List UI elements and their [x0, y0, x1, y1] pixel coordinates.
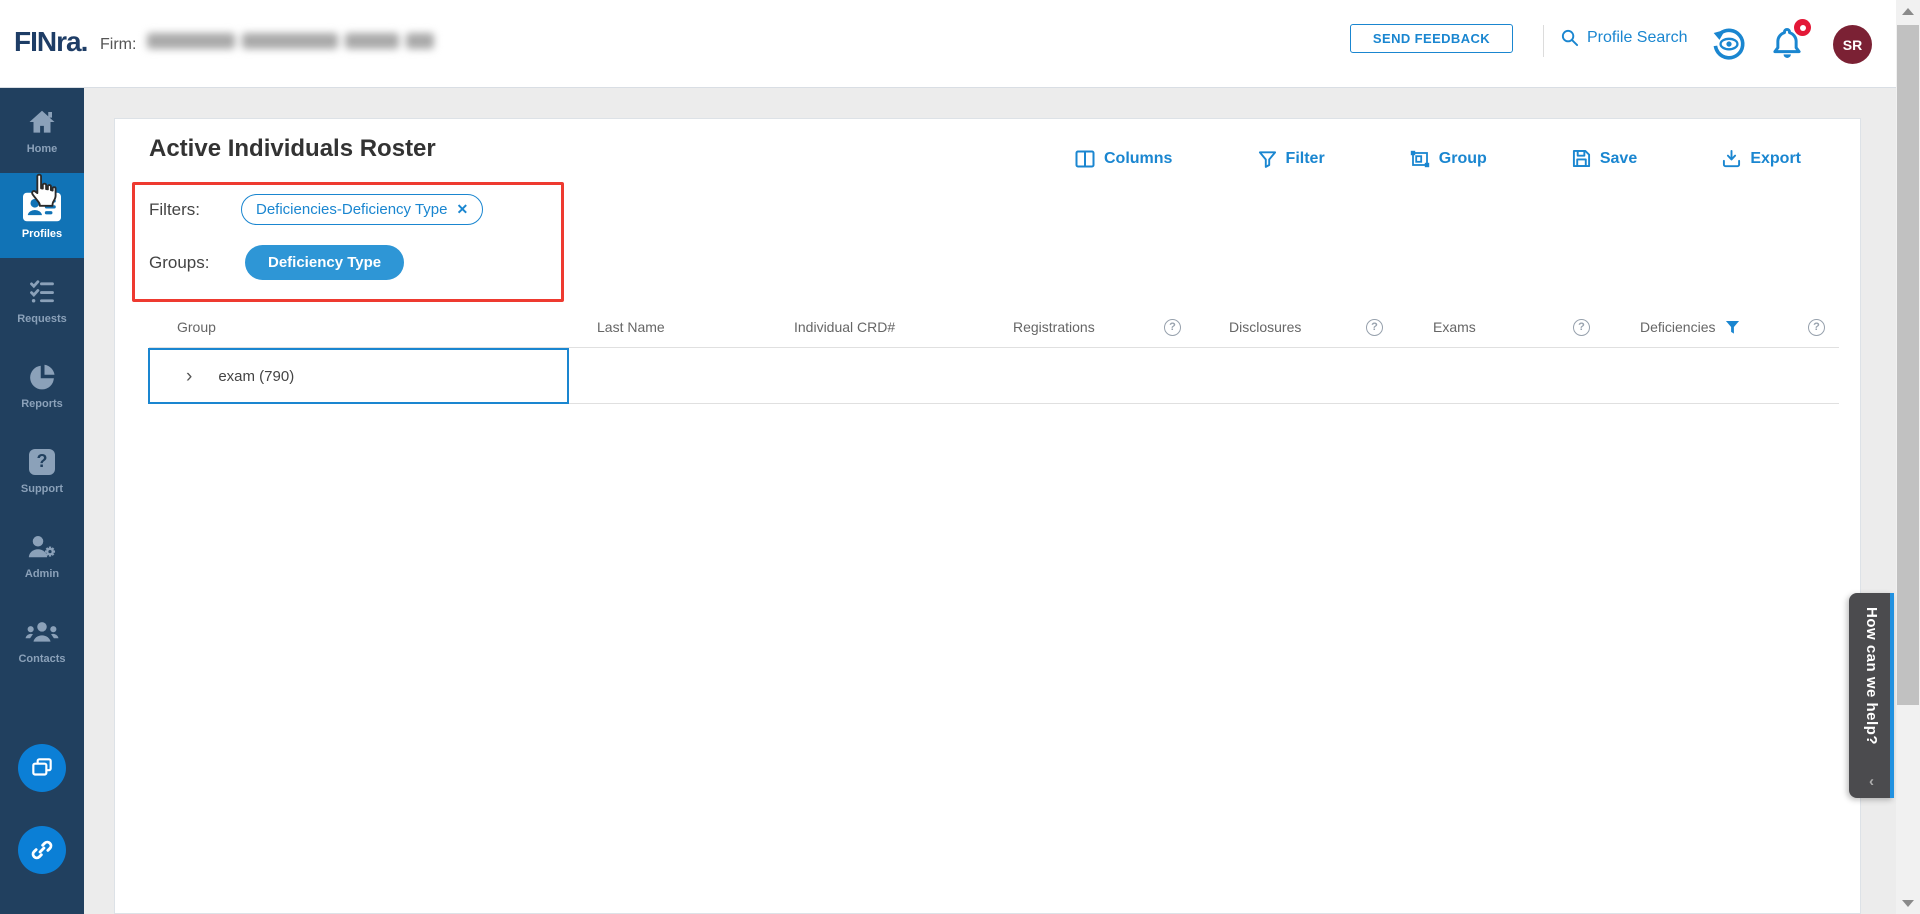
filter-button[interactable]: Filter — [1258, 149, 1325, 168]
sidebar-item-requests[interactable]: Requests — [0, 258, 84, 343]
roster-table: Group Last Name Individual CRD# Registra… — [149, 307, 1839, 404]
column-header-deficiencies[interactable]: Deficiencies ? — [1640, 319, 1839, 336]
scrollbar-thumb[interactable] — [1897, 25, 1919, 705]
group-cell-value: exam (790) — [218, 368, 294, 385]
finra-logo: FINra. — [14, 26, 87, 58]
header-divider — [1543, 25, 1544, 57]
link-icon — [29, 837, 55, 863]
profile-search-button[interactable]: Profile Search — [1560, 28, 1688, 47]
vertical-scrollbar[interactable] — [1896, 0, 1920, 914]
profile-search-label: Profile Search — [1587, 29, 1688, 47]
recently-viewed-button[interactable] — [1710, 24, 1748, 62]
sidebar-item-label: Requests — [17, 313, 67, 325]
sidebar-item-label: Contacts — [18, 653, 65, 665]
save-button[interactable]: Save — [1572, 149, 1637, 168]
sidebar-item-home[interactable]: Home — [0, 88, 84, 173]
help-icon[interactable]: ? — [1573, 319, 1590, 336]
sidebar-item-profiles[interactable]: Profiles — [0, 173, 84, 258]
notification-badge — [1794, 19, 1811, 36]
groups-row: Groups: Deficiency Type — [149, 245, 404, 280]
columns-button[interactable]: Columns — [1075, 149, 1172, 168]
sidebar-item-reports[interactable]: Reports — [0, 343, 84, 428]
notifications-button[interactable] — [1772, 26, 1812, 62]
save-icon — [1572, 149, 1591, 168]
help-icon[interactable]: ? — [1366, 319, 1383, 336]
column-header-last-name[interactable]: Last Name — [597, 319, 794, 335]
sidebar-item-label: Admin — [25, 568, 59, 580]
filter-label: Filter — [1286, 150, 1325, 168]
export-icon — [1722, 149, 1741, 168]
sidebar-nav: Home Profiles — [0, 88, 84, 914]
table-row-exam-group: › exam (790) — [149, 348, 1839, 404]
filter-chip-label: Deficiencies-Deficiency Type — [256, 201, 447, 218]
sidebar-item-label: Reports — [21, 398, 63, 410]
home-icon — [23, 107, 61, 137]
requests-icon — [23, 277, 61, 307]
history-eye-icon — [1710, 24, 1748, 62]
roster-panel: Active Individuals Roster Columns Filter — [114, 118, 1861, 914]
sidebar-item-label: Support — [21, 483, 63, 495]
top-header: FINra. Firm: SEND FEEDBACK Profile Searc… — [0, 0, 1896, 88]
question-glyph: ? — [37, 451, 48, 472]
active-filter-funnel-icon — [1725, 320, 1740, 335]
column-header-group[interactable]: Group — [149, 319, 597, 335]
collapse-chevron-icon: ‹ — [1869, 773, 1874, 790]
save-label: Save — [1600, 150, 1637, 168]
help-icon[interactable]: ? — [1164, 319, 1181, 336]
export-label: Export — [1750, 150, 1801, 168]
help-icon[interactable]: ? — [1808, 319, 1825, 336]
search-icon — [1560, 28, 1579, 47]
filter-icon — [1258, 150, 1277, 168]
sidebar-item-label: Home — [27, 143, 58, 155]
help-tab-stripe — [1890, 593, 1894, 798]
app-window: FINra. Firm: SEND FEEDBACK Profile Searc… — [0, 0, 1920, 914]
group-icon — [1410, 150, 1430, 168]
group-button[interactable]: Group — [1410, 149, 1487, 168]
column-header-exams[interactable]: Exams ? — [1433, 319, 1640, 336]
remove-filter-icon[interactable]: ✕ — [456, 201, 468, 218]
groups-label: Groups: — [149, 253, 245, 273]
export-button[interactable]: Export — [1722, 149, 1801, 168]
filters-label: Filters: — [149, 200, 241, 220]
sidebar-item-support[interactable]: ? Support — [0, 428, 84, 513]
group-cell-exam[interactable]: › exam (790) — [148, 348, 569, 404]
support-icon: ? — [23, 447, 61, 477]
page-title: Active Individuals Roster — [149, 135, 436, 163]
multi-window-button[interactable] — [18, 744, 66, 792]
column-header-disclosures[interactable]: Disclosures ? — [1229, 319, 1433, 336]
group-label: Group — [1439, 150, 1487, 168]
filters-row: Filters: Deficiencies-Deficiency Type ✕ — [149, 194, 483, 225]
windows-icon — [29, 755, 55, 781]
help-tab-label: How can we help? — [1863, 607, 1880, 745]
columns-icon — [1075, 150, 1095, 168]
scroll-up-arrow[interactable] — [1896, 2, 1920, 20]
send-feedback-button[interactable]: SEND FEEDBACK — [1350, 24, 1513, 53]
column-header-individual-crd[interactable]: Individual CRD# — [794, 319, 1013, 335]
columns-label: Columns — [1104, 150, 1172, 168]
sidebar-item-admin[interactable]: Admin — [0, 513, 84, 598]
group-chip-deficiency-type[interactable]: Deficiency Type — [245, 245, 404, 280]
column-header-registrations[interactable]: Registrations ? — [1013, 319, 1229, 336]
grid-toolbar: Columns Filter Group — [1075, 149, 1801, 168]
help-widget-tab[interactable]: How can we help? ‹ — [1849, 593, 1894, 798]
user-avatar[interactable]: SR — [1833, 25, 1872, 64]
sidebar-item-contacts[interactable]: Contacts — [0, 598, 84, 683]
scroll-down-arrow[interactable] — [1896, 894, 1920, 912]
admin-icon — [23, 532, 61, 562]
reports-pie-icon — [23, 362, 61, 392]
table-header-row: Group Last Name Individual CRD# Registra… — [149, 307, 1839, 348]
expand-chevron-icon[interactable]: › — [186, 367, 192, 386]
firm-name-redacted — [147, 33, 434, 49]
copy-link-button[interactable] — [18, 826, 66, 874]
firm-label: Firm: — [100, 36, 136, 54]
filter-chip-deficiency-type[interactable]: Deficiencies-Deficiency Type ✕ — [241, 194, 483, 225]
sidebar-item-label: Profiles — [22, 228, 62, 240]
contacts-icon — [23, 617, 61, 647]
profiles-icon — [23, 192, 61, 222]
